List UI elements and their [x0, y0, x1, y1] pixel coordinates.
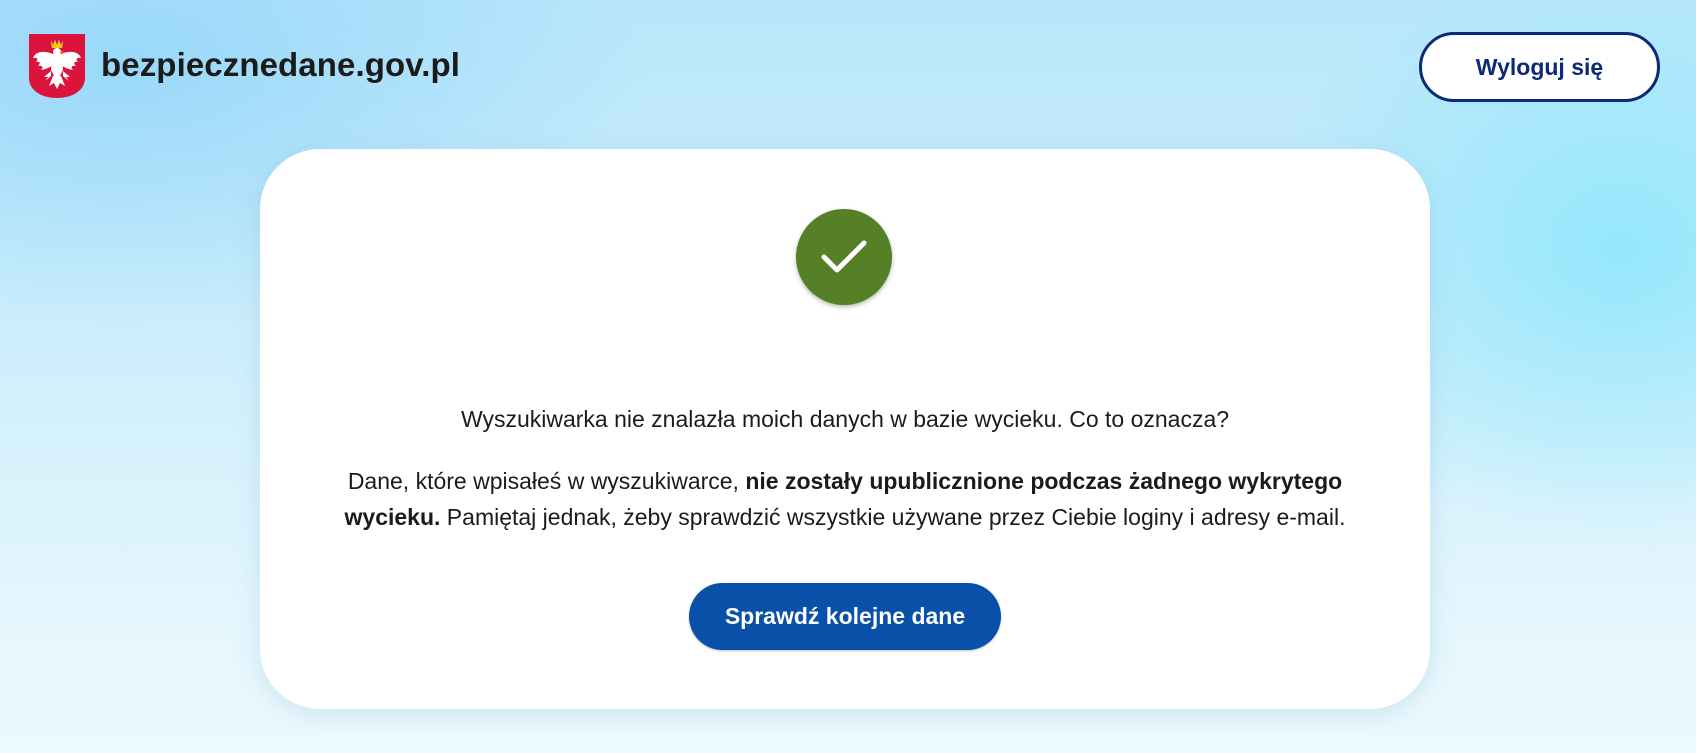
logout-button[interactable]: Wyloguj się	[1419, 32, 1660, 102]
result-card: Wyszukiwarka nie znalazła moich danych w…	[260, 149, 1430, 709]
description-text: Dane, które wpisałeś w wyszukiwarce,	[347, 468, 746, 494]
check-again-button[interactable]: Sprawdź kolejne dane	[689, 583, 1001, 650]
checkmark-icon	[796, 209, 892, 305]
site-name: bezpiecznedane.gov.pl	[101, 46, 461, 83]
polish-eagle-emblem-icon	[27, 32, 87, 100]
result-question: Wyszukiwarka nie znalazła moich danych w…	[460, 406, 1230, 432]
description-text-end: Pamiętaj jednak, żeby sprawdzić wszystki…	[440, 504, 1346, 530]
result-description: Dane, które wpisałeś w wyszukiwarce, nie…	[310, 463, 1380, 535]
